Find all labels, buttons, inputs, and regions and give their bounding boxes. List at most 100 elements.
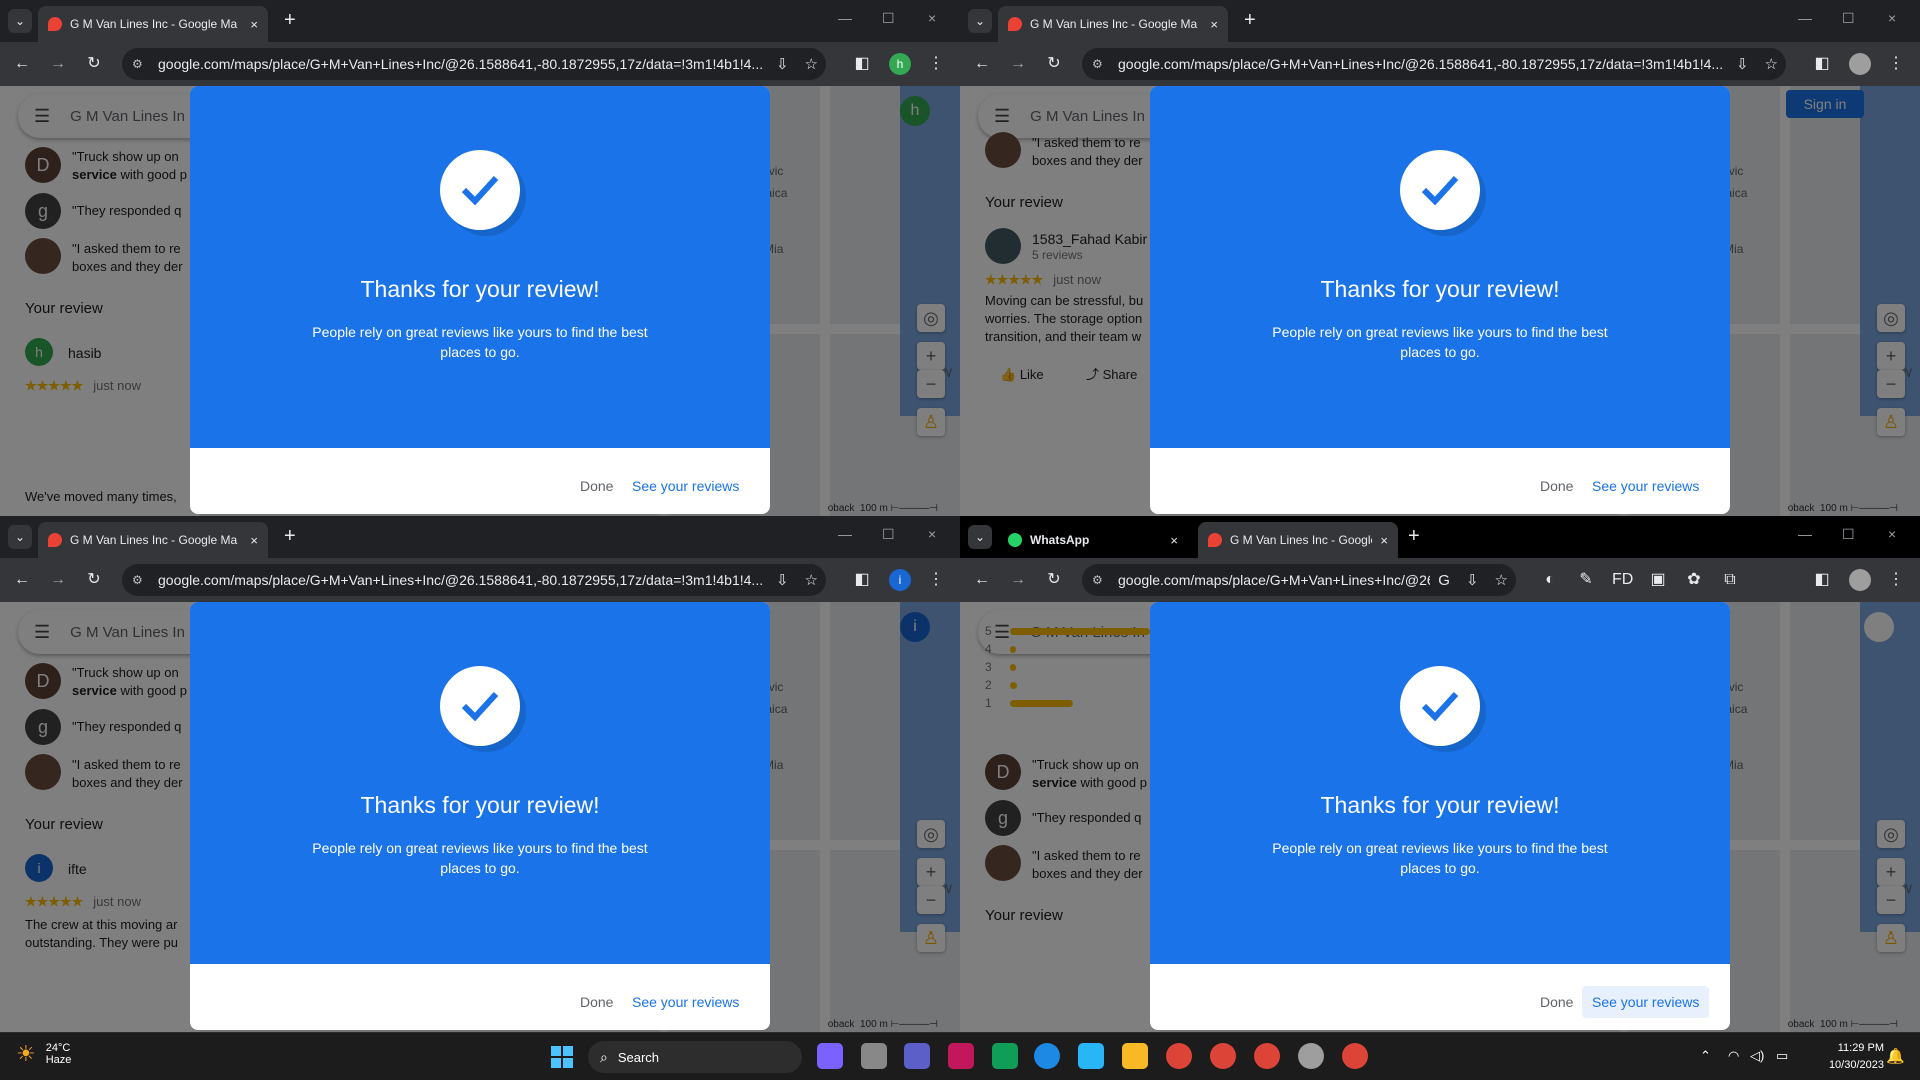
new-tab-button[interactable]: + — [1244, 10, 1256, 30]
close-tab-icon[interactable]: × — [250, 533, 258, 548]
install-app-icon[interactable]: ⇩ — [776, 571, 789, 589]
done-button[interactable]: Done — [570, 470, 623, 502]
reload-icon[interactable]: ↻ — [84, 54, 104, 74]
settings-gear-icon[interactable] — [1298, 1043, 1324, 1069]
site-info-icon[interactable]: ⚙ — [132, 573, 148, 587]
close-window-button[interactable]: × — [1888, 526, 1896, 542]
maximize-button[interactable]: ☐ — [1842, 10, 1855, 27]
chrome-icon[interactable] — [1342, 1043, 1368, 1069]
taskbar-search[interactable]: ⌕ Search — [588, 1041, 802, 1073]
volume-icon[interactable]: ◁) — [1750, 1048, 1764, 1064]
minimize-button[interactable]: — — [1798, 526, 1812, 542]
profile-avatar[interactable]: h — [889, 53, 911, 75]
tab-google-maps[interactable]: G M Van Lines Inc - Google Ma × — [38, 522, 268, 558]
chrome-icon[interactable] — [1254, 1043, 1280, 1069]
reload-icon[interactable]: ↻ — [1044, 54, 1064, 74]
profile-avatar[interactable]: i — [889, 569, 911, 591]
more-menu-icon[interactable]: ⋮ — [1886, 54, 1906, 74]
install-app-icon[interactable]: ⇩ — [1466, 571, 1479, 589]
tab-search-chevron-icon[interactable]: ⌄ — [968, 525, 992, 549]
address-bar[interactable]: ⚙ google.com/maps/place/G+M+Van+Lines+In… — [122, 564, 826, 596]
google-lens-icon[interactable]: G — [1438, 572, 1450, 589]
back-arrow-icon[interactable]: ← — [972, 570, 992, 590]
side-panel-icon[interactable]: ◧ — [1812, 570, 1832, 590]
ext-flower-icon[interactable]: ✿ — [1684, 570, 1704, 590]
tab-whatsapp[interactable]: WhatsApp × — [998, 522, 1188, 558]
close-window-button[interactable]: × — [928, 526, 936, 542]
ext-icon[interactable]: ◐ — [1540, 570, 1560, 590]
minimize-button[interactable]: — — [838, 10, 852, 26]
side-panel-icon[interactable]: ◧ — [1812, 54, 1832, 74]
file-explorer-icon[interactable] — [1122, 1043, 1148, 1069]
battery-icon[interactable]: ▭ — [1776, 1048, 1788, 1064]
back-arrow-icon[interactable]: ← — [12, 570, 32, 590]
address-bar[interactable]: ⚙ google.com/maps/place/G+M+Van+Lines+In… — [1082, 564, 1516, 596]
store-icon[interactable] — [992, 1043, 1018, 1069]
forward-arrow-icon[interactable]: → — [48, 54, 68, 74]
app-icon[interactable] — [948, 1043, 974, 1069]
bookmark-star-icon[interactable]: ☆ — [805, 55, 818, 73]
eyedropper-icon[interactable]: ✎ — [1576, 570, 1596, 590]
edge-icon[interactable] — [1034, 1043, 1060, 1069]
weather-widget[interactable]: ☀ 24°C Haze — [16, 1041, 71, 1067]
copilot-app-icon[interactable] — [1078, 1043, 1104, 1069]
install-app-icon[interactable]: ⇩ — [1736, 55, 1749, 73]
see-your-reviews-button[interactable]: See your reviews — [622, 986, 749, 1018]
see-your-reviews-button[interactable]: See your reviews — [1582, 470, 1709, 502]
extensions-puzzle-icon[interactable]: ⧉ — [1720, 570, 1740, 590]
done-button[interactable]: Done — [570, 986, 623, 1018]
done-button[interactable]: Done — [1530, 986, 1583, 1018]
chevron-up-icon[interactable]: ⌃ — [1700, 1048, 1711, 1064]
windows-start-icon[interactable] — [551, 1046, 573, 1068]
tab-search-chevron-icon[interactable]: ⌄ — [968, 9, 992, 33]
close-tab-icon[interactable]: × — [250, 17, 258, 32]
recorder-icon[interactable]: ▣ — [1648, 570, 1668, 590]
chrome-icon[interactable] — [1210, 1043, 1236, 1069]
forward-arrow-icon[interactable]: → — [1008, 570, 1028, 590]
close-tab-icon[interactable]: × — [1210, 17, 1218, 32]
forward-arrow-icon[interactable]: → — [48, 570, 68, 590]
close-window-button[interactable]: × — [1888, 10, 1896, 26]
done-button[interactable]: Done — [1530, 470, 1583, 502]
new-tab-button[interactable]: + — [1408, 526, 1420, 546]
close-tab-icon[interactable]: × — [1170, 533, 1178, 548]
close-tab-icon[interactable]: × — [1380, 533, 1388, 548]
see-your-reviews-button[interactable]: See your reviews — [1582, 986, 1710, 1018]
more-menu-icon[interactable]: ⋮ — [1886, 570, 1906, 590]
forward-arrow-icon[interactable]: → — [1008, 54, 1028, 74]
tab-google-maps[interactable]: G M Van Lines Inc - Google Ma × — [1198, 522, 1398, 558]
back-arrow-icon[interactable]: ← — [12, 54, 32, 74]
more-menu-icon[interactable]: ⋮ — [926, 570, 946, 590]
fd-ext-icon[interactable]: FD — [1612, 570, 1633, 590]
new-tab-button[interactable]: + — [284, 526, 296, 546]
tab-google-maps[interactable]: G M Van Lines Inc - Google Ma × — [38, 6, 268, 42]
reload-icon[interactable]: ↻ — [1044, 570, 1064, 590]
side-panel-icon[interactable]: ◧ — [852, 570, 872, 590]
address-bar[interactable]: ⚙ google.com/maps/place/G+M+Van+Lines+In… — [1082, 48, 1786, 80]
teams-icon[interactable] — [904, 1043, 930, 1069]
tab-google-maps[interactable]: G M Van Lines Inc - Google Ma × — [998, 6, 1228, 42]
reload-icon[interactable]: ↻ — [84, 570, 104, 590]
bookmark-star-icon[interactable]: ☆ — [1495, 571, 1508, 589]
back-arrow-icon[interactable]: ← — [972, 54, 992, 74]
minimize-button[interactable]: — — [1798, 10, 1812, 26]
more-menu-icon[interactable]: ⋮ — [926, 54, 946, 74]
site-info-icon[interactable]: ⚙ — [132, 57, 148, 71]
chrome-icon[interactable] — [1166, 1043, 1192, 1069]
profile-avatar[interactable] — [1849, 53, 1871, 75]
minimize-button[interactable]: — — [838, 526, 852, 542]
tab-search-chevron-icon[interactable]: ⌄ — [8, 9, 32, 33]
clock[interactable]: 11:29 PM 10/30/2023 — [1812, 1040, 1884, 1074]
new-tab-button[interactable]: + — [284, 10, 296, 30]
address-bar[interactable]: ⚙ google.com/maps/place/G+M+Van+Lines+In… — [122, 48, 826, 80]
see-your-reviews-button[interactable]: See your reviews — [622, 470, 749, 502]
bookmark-star-icon[interactable]: ☆ — [1765, 55, 1778, 73]
profile-avatar[interactable] — [1849, 569, 1871, 591]
bookmark-star-icon[interactable]: ☆ — [805, 571, 818, 589]
install-app-icon[interactable]: ⇩ — [776, 55, 789, 73]
notification-bell-icon[interactable]: 🔔 — [1886, 1047, 1905, 1065]
tab-search-chevron-icon[interactable]: ⌄ — [8, 525, 32, 549]
copilot-icon[interactable] — [817, 1043, 843, 1069]
maximize-button[interactable]: ☐ — [1842, 526, 1855, 543]
wifi-icon[interactable]: ◠ — [1728, 1048, 1739, 1064]
